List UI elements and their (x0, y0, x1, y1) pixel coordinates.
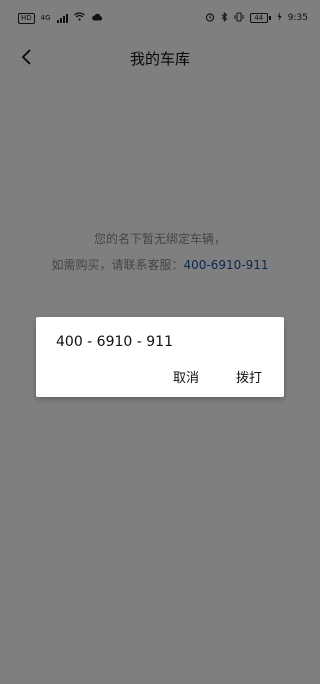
screen: HD 4G 44 (0, 0, 320, 684)
call-dialog: 400 - 6910 - 911 取消 拨打 (36, 317, 284, 397)
cancel-button[interactable]: 取消 (173, 367, 199, 386)
dim-overlay-top[interactable] (0, 0, 320, 80)
dialog-phone-number: 400 - 6910 - 911 (56, 334, 173, 350)
call-button[interactable]: 拨打 (236, 367, 262, 386)
